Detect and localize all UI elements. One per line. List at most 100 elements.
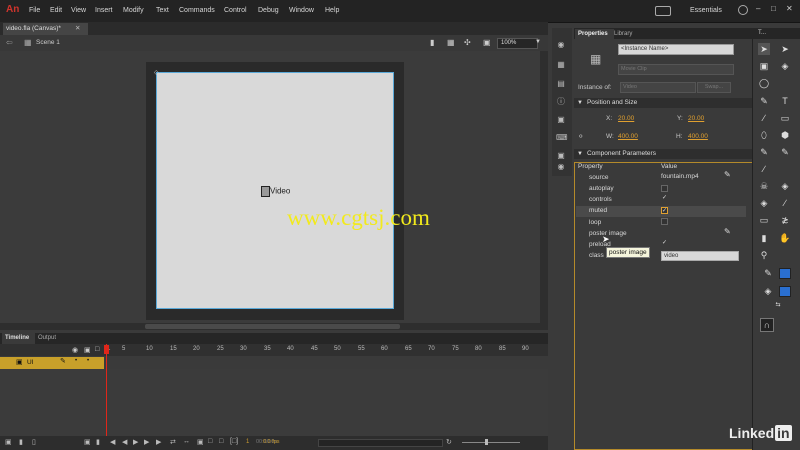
text-tool-icon[interactable]: T (779, 95, 791, 107)
zoom-slider-thumb[interactable] (485, 439, 488, 445)
rectangle-tool-icon[interactable]: ▭ (779, 112, 791, 124)
tab-output[interactable]: Output (38, 333, 56, 344)
onion-outline-icon[interactable]: □ (208, 438, 212, 445)
3d-rotation-tool-icon[interactable]: ◈ (779, 60, 791, 72)
center-stage-icon[interactable]: ▣ (483, 38, 491, 47)
tab-properties[interactable]: Properties (575, 29, 614, 39)
timeline-scrollbar[interactable] (318, 439, 443, 447)
onion-skin-icon[interactable]: ▣ (197, 438, 204, 446)
playhead[interactable] (104, 345, 109, 354)
layer-name[interactable]: UI (27, 359, 34, 366)
camera-tool-icon[interactable]: ▮ (758, 232, 770, 244)
edit-pencil-icon[interactable]: ✎ (724, 170, 731, 179)
edit-pencil-icon[interactable]: ✎ (724, 227, 731, 236)
align-icon[interactable]: ▤ (556, 79, 566, 89)
lock-icon[interactable]: ▣ (84, 346, 91, 354)
eyedropper-tool-icon[interactable]: ∕ (779, 197, 791, 209)
fill-color-swatch[interactable] (779, 286, 791, 297)
menu-help[interactable]: Help (325, 7, 339, 14)
search-icon[interactable] (738, 5, 748, 15)
menu-edit[interactable]: Edit (50, 7, 62, 14)
controls-checkbox[interactable]: ✓ (661, 195, 668, 202)
play-icon[interactable]: ▶ (133, 438, 138, 446)
instance-name-input[interactable]: <Instance Name> (618, 44, 734, 55)
snap-to-objects-icon[interactable]: ∩ (760, 318, 774, 332)
menu-debug[interactable]: Debug (258, 7, 279, 14)
loop-icon[interactable]: ⇄ (170, 438, 176, 446)
width-tool-icon[interactable]: ≵ (779, 214, 791, 226)
code-snippets-icon[interactable]: ⌨ (556, 133, 568, 143)
tab-timeline[interactable]: Timeline (2, 333, 35, 344)
swatches-icon[interactable]: ▦ (556, 60, 566, 70)
cc-libraries-icon[interactable]: ◉ (556, 162, 566, 172)
workspace-switch-icon[interactable] (655, 6, 671, 16)
component-parameters-header[interactable]: ▼ Component Parameters (574, 149, 777, 159)
pencil-tool-icon[interactable]: ✎ (758, 146, 770, 158)
edit-multiple-icon[interactable]: □ (219, 438, 223, 445)
line-tool-icon[interactable]: ∕ (758, 112, 770, 124)
link-dimensions-icon[interactable]: ⚬ (577, 131, 585, 142)
info-icon[interactable]: ⓘ (556, 97, 566, 107)
components-icon[interactable]: ▣ (556, 151, 566, 161)
lock-dot-icon[interactable]: • (87, 358, 89, 364)
subselection-tool-icon[interactable]: ➤ (779, 43, 791, 55)
fps-display[interactable]: 0.0 fps (263, 439, 280, 445)
chevron-down-icon[interactable]: ▼ (535, 39, 541, 45)
camera-icon[interactable]: ▮ (430, 38, 434, 47)
maximize-icon[interactable]: □ (771, 4, 776, 13)
hand-tool-icon[interactable]: ✋ (779, 232, 791, 244)
swap-colors-icon[interactable]: ⇆ (772, 299, 784, 311)
step-back-icon[interactable]: ◀ (122, 438, 127, 446)
menu-modify[interactable]: Modify (123, 7, 144, 14)
new-layer-icon[interactable]: ▣ (5, 438, 12, 446)
playhead-line[interactable] (106, 344, 107, 436)
first-frame-icon[interactable]: ◀ (110, 438, 115, 446)
tab-library[interactable]: Library (614, 29, 632, 39)
zoom-select[interactable]: 100% (497, 38, 538, 49)
stroke-color-swatch[interactable] (779, 268, 791, 279)
scrollbar-thumb[interactable] (145, 324, 400, 329)
timeline-ruler[interactable]: 1 5 10 15 20 25 30 35 40 45 50 55 60 65 … (104, 344, 540, 356)
ink-bottle-tool-icon[interactable]: ◈ (758, 197, 770, 209)
symbol-type-select[interactable]: Movie Clip (618, 64, 734, 75)
autoplay-checkbox[interactable] (661, 185, 668, 192)
step-forward-icon[interactable]: ▶ (144, 438, 149, 446)
transform-icon[interactable]: ▣ (556, 115, 566, 125)
video-component-instance[interactable]: Video (261, 186, 290, 197)
muted-checkbox[interactable]: ✓ (661, 207, 668, 214)
free-transform-tool-icon[interactable]: ▣ (758, 60, 770, 72)
edit-scene-icon[interactable]: ▦ (447, 38, 455, 47)
param-value-source[interactable]: fountain.mp4 (661, 173, 699, 180)
timeline-zoom-slider[interactable] (462, 442, 520, 443)
edit-symbol-icon[interactable]: ✣ (464, 38, 471, 47)
preload-checkbox[interactable]: ✓ (661, 240, 668, 247)
current-frame[interactable]: 1 (246, 439, 249, 445)
visibility-dot-icon[interactable]: • (75, 358, 77, 364)
zoom-tool-icon[interactable]: ⚲ (758, 249, 770, 261)
new-folder-icon[interactable]: ▮ (19, 438, 23, 446)
swap-button[interactable]: Swap... (697, 82, 731, 93)
x-value[interactable]: 20.00 (618, 115, 634, 122)
last-frame-icon[interactable]: ▶ (156, 438, 161, 446)
bone-tool-icon[interactable]: ☠ (758, 180, 770, 192)
menu-window[interactable]: Window (289, 7, 314, 14)
w-value[interactable]: 400.00 (618, 133, 638, 140)
workspace-menu[interactable]: Essentials (690, 7, 722, 14)
lasso-tool-icon[interactable]: ◯ (758, 77, 770, 89)
reset-scale-icon[interactable]: ↻ (446, 438, 452, 446)
eraser-tool-icon[interactable]: ▭ (758, 214, 770, 226)
document-tab[interactable]: video.fla (Canvas)* ✕ (3, 23, 88, 35)
modify-markers-icon[interactable]: [□] (230, 438, 238, 445)
position-size-header[interactable]: ▼ Position and Size (574, 98, 777, 108)
h-value[interactable]: 400.00 (688, 133, 708, 140)
paint-bucket-tool-icon[interactable]: ◈ (779, 180, 791, 192)
close-icon[interactable]: ✕ (786, 4, 793, 13)
minimize-icon[interactable]: – (756, 4, 760, 13)
pen-tool-icon[interactable]: ✎ (758, 95, 770, 107)
menu-file[interactable]: File (29, 7, 40, 14)
menu-view[interactable]: View (71, 7, 86, 14)
stage-vertical-scrollbar[interactable] (540, 51, 548, 323)
eye-icon[interactable]: ◉ (72, 346, 78, 354)
center-frame-icon[interactable]: ↔ (183, 438, 190, 445)
color-panel-icon[interactable]: ◉ (556, 40, 566, 50)
